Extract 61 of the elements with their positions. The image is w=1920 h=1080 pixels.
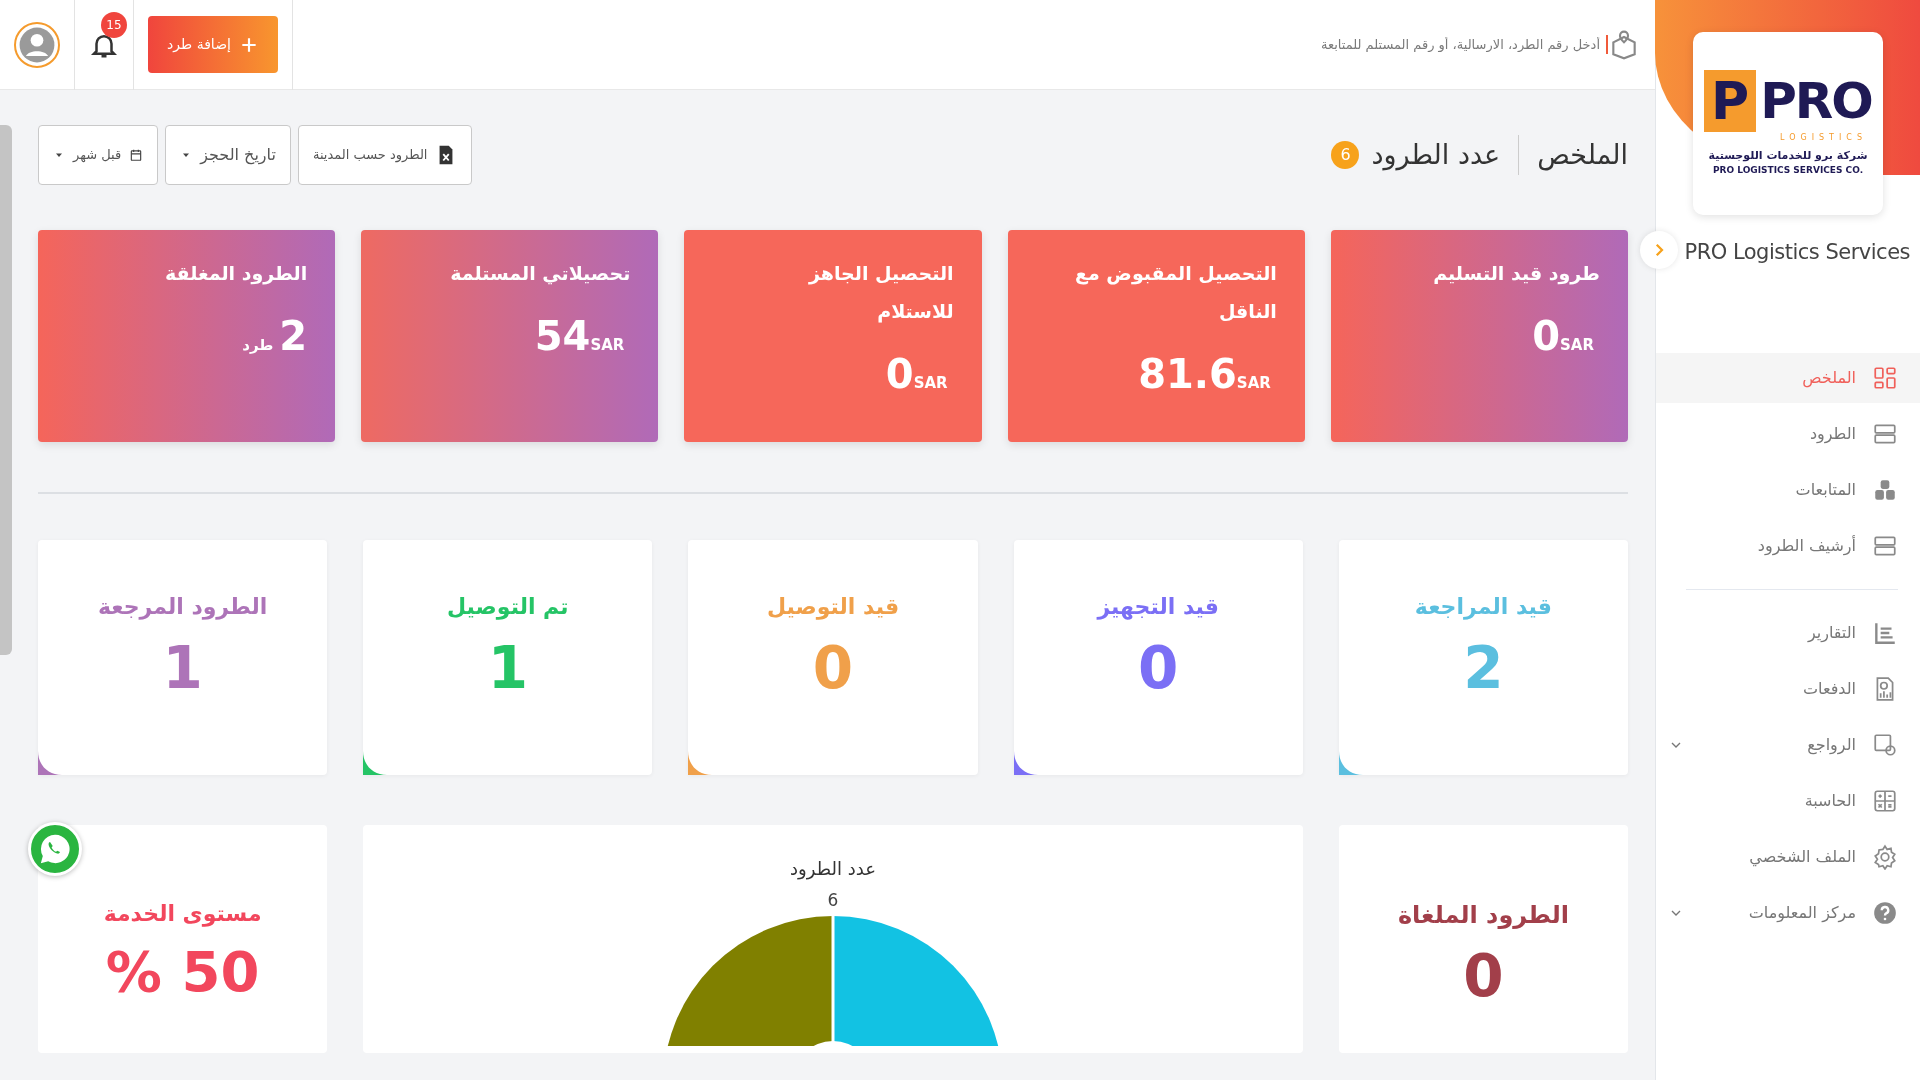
person-silhouette-icon [18,25,56,64]
status-card-title: تم التوصيل [446,593,570,622]
summary-card-amount: 81.6SAR [1137,350,1272,399]
status-card-value: 0 [1137,633,1180,704]
summary-card-title: التحصيل المقبوض مع الناقل [1074,261,1277,324]
sidebar-menu-item[interactable]: الرواجع [1656,719,1920,770]
status-card-title: قيد المراجعة [1413,593,1553,622]
summary-card-amount: 54SAR [533,312,626,361]
logo-wordmark: PRO [1760,74,1872,127]
chart-total-label: 6 [827,889,839,912]
summary-card-title: تحصيلاتي المستلمة [449,261,631,287]
sidebar-menu-item[interactable]: أرشيف الطرود [1656,520,1920,571]
return-box-icon [1872,731,1898,758]
whatsapp-chat-button[interactable] [28,822,82,876]
status-card-title: قيد التوصيل [765,593,901,622]
sidebar-menu-item[interactable]: الملف الشخصي [1656,831,1920,882]
sidebar-menu-item[interactable]: الدفعات [1656,663,1920,714]
sidebar-menu-item[interactable]: الطرود [1656,408,1920,459]
calendar-icon [129,148,144,162]
sidebar-menu-item[interactable]: الحاسبة [1656,775,1920,826]
logo-tagline: LOGISTICS [1780,131,1867,144]
sidebar-menu-item[interactable]: التقارير [1656,607,1920,658]
page-title: الملخص [1518,135,1628,175]
date-type-select[interactable]: تاريخ الحجز [165,125,291,185]
notification-count-badge: 15 [101,11,127,38]
status-card-value: 0 [811,633,855,704]
gear-icon [1872,843,1898,870]
summary-card-title: طرود قيد التسليم [1432,261,1600,287]
add-parcel-button[interactable]: إضافة طرد [148,16,278,73]
phone-bubble-icon [38,832,72,866]
service-level-value: 50 % [104,938,261,1006]
scrollbar-thumb[interactable] [0,125,12,655]
sidebar-menu-item[interactable]: مركز المعلومات [1656,887,1920,938]
help-icon [1872,899,1898,926]
logo-arabic-name: شركة برو للخدمات اللوجستية [1708,147,1868,164]
sidebar-toggle-button[interactable] [1640,231,1678,269]
summary-card-title: التحصيل الجاهز للاستلام [807,261,954,325]
summary-card-amount: 0SAR [1531,312,1595,361]
status-card-value: 2 [1462,633,1505,704]
summary-card-title: الطرود المغلقة [164,261,308,287]
logo-mark: P [1704,69,1757,132]
status-card-value: 1 [161,633,204,704]
sidebar-menu-item[interactable]: الملخص [1656,352,1920,403]
cancelled-parcels-value: 0 [1462,941,1505,1012]
sidebar-menu-item[interactable]: المتابعات [1656,464,1920,515]
status-card-value: 1 [486,633,529,704]
parcel-count-label: عدد الطرود [1371,137,1501,173]
summary-card-amount: 0SAR [884,350,949,399]
status-card-title: قيد التجهيز [1095,593,1220,622]
export-excel-button[interactable]: الطرود حسب المدينة [297,125,473,185]
calculator-icon [1872,787,1898,814]
service-level-title: مستوى الخدمة [102,900,263,929]
parcel-count-badge: 6 [1331,141,1360,169]
logo-english-name: PRO LOGISTICS SERVICES CO. [1712,164,1864,177]
company-name: PRO Logistics Services [1684,240,1910,264]
chart-title: عدد الطرود [790,857,876,882]
dashboard-icon [1872,364,1898,391]
status-card-title: الطرود المرجعة [96,593,269,622]
cancelled-parcels-title: الطرود الملغاة [1396,900,1570,931]
user-avatar[interactable] [14,21,60,68]
date-range-select[interactable]: قبل شهر [38,125,159,185]
